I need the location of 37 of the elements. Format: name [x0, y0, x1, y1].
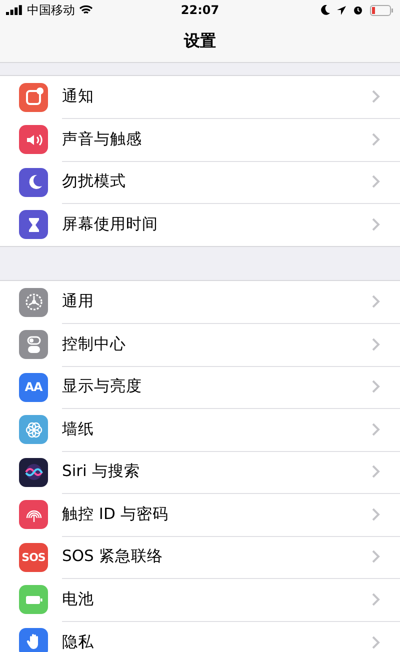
- chevron-icon: [372, 422, 380, 436]
- setting-item[interactable]: 隐私: [62, 632, 94, 652]
- chevron-icon: [372, 175, 380, 188]
- setting-item[interactable]: 通用: [62, 291, 94, 312]
- chevron-icon: [372, 295, 380, 308]
- setting-item[interactable]: 墙纸: [62, 418, 94, 440]
- signal-icon: [6, 5, 23, 15]
- setting-item[interactable]: 电池: [62, 588, 94, 610]
- app-icon: SOS: [19, 542, 48, 572]
- chevron-icon: [372, 218, 380, 232]
- chevron-icon: [372, 338, 380, 351]
- setting-item[interactable]: 控制中心: [62, 334, 126, 355]
- status-time: 22:07: [180, 3, 220, 17]
- battery-icon: [370, 4, 394, 16]
- chevron-icon: [372, 465, 380, 478]
- chevron-icon: [372, 90, 380, 104]
- wifi-icon: [79, 5, 93, 15]
- setting-item[interactable]: 勿扰模式: [62, 171, 126, 192]
- setting-item[interactable]: 声音与触感: [62, 128, 142, 150]
- page-title: 设置: [184, 30, 216, 52]
- chevron-icon: [372, 592, 380, 606]
- chevron-icon: [372, 636, 380, 649]
- carrier-name: 中国移动: [27, 2, 75, 18]
- chevron-icon: [372, 508, 380, 521]
- location-arrow-icon: [336, 6, 346, 14]
- setting-item[interactable]: 触控 ID 与密码: [62, 504, 168, 525]
- moon-icon: [320, 5, 330, 15]
- setting-item[interactable]: 通知: [62, 86, 94, 108]
- setting-item[interactable]: Siri 与搜索: [62, 461, 140, 482]
- chevron-icon: [372, 132, 380, 146]
- setting-item[interactable]: 屏幕使用时间: [62, 214, 158, 236]
- chevron-icon: [372, 380, 380, 394]
- chevron-icon: [372, 550, 380, 564]
- alarm-clock-icon: [352, 5, 363, 15]
- app-icon: AA: [19, 372, 48, 402]
- setting-item[interactable]: 显示与亮度: [62, 376, 142, 398]
- setting-item[interactable]: SOS 紧急联络: [62, 546, 163, 568]
